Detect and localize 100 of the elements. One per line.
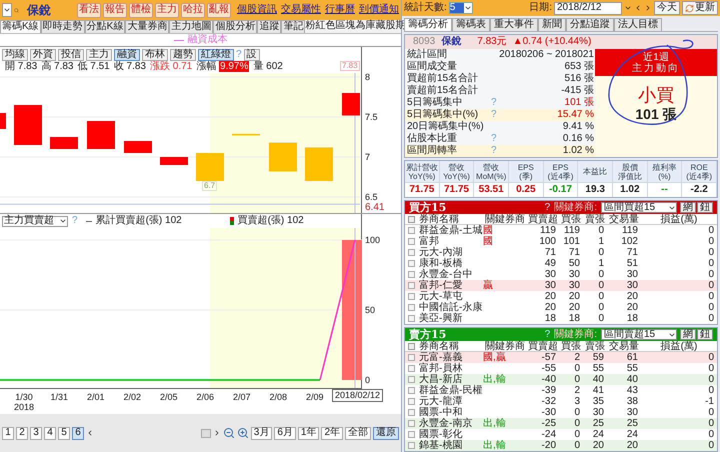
next-icon[interactable] [644,4,652,12]
row-checkbox[interactable] [408,420,414,427]
table-action-button[interactable]: 網 [680,202,696,213]
date-field[interactable]: 2018/2/12 [554,2,622,14]
table-row[interactable]: 元大-內湖 71 71 0 71 0 [405,247,717,258]
table-action-button[interactable]: 鈕 [697,329,713,340]
table-row[interactable]: 錦基-桃園 出,輸 -20 0 20 20 0 [405,440,717,451]
page-button[interactable]: 6 [72,426,84,440]
range-button[interactable]: 3月 [250,426,272,440]
range-select[interactable]: 區間買超15 [601,202,677,213]
table-action-button[interactable]: 鈕 [697,202,713,213]
range-button[interactable]: 2年 [321,426,343,440]
header-link[interactable]: 個股資訊 [237,5,277,15]
header-link[interactable]: 行事曆 [325,5,355,15]
range-button[interactable]: 全部 [345,426,371,440]
analysis-tab[interactable]: 新聞 [538,18,566,31]
header-link[interactable]: 到價通知 [359,5,399,15]
table-row[interactable]: 國票-彰化 -24 0 24 24 0 [405,429,717,440]
row-checkbox[interactable] [408,271,414,278]
feature-button[interactable]: 哈拉 [181,2,205,18]
select-all-checkbox[interactable] [408,216,414,222]
indicator-select[interactable]: 主力買賣超 [2,216,68,226]
chart-tab[interactable]: 筆記 [281,20,306,33]
table-row[interactable]: 康和-板橋 49 50 1 51 0 [405,258,717,269]
page-button[interactable]: 4 [44,426,56,440]
feature-button[interactable]: 主力 [155,2,179,18]
analysis-tab[interactable]: 分點追蹤 [566,18,614,31]
row-checkbox[interactable] [408,315,414,322]
header-link[interactable]: 交易屬性 [281,5,321,15]
indicator-toggle[interactable]: 均線 [2,48,28,60]
range-button[interactable]: 1年 [298,426,320,440]
previous-icon[interactable] [634,4,642,12]
row-checkbox[interactable] [408,442,414,449]
row-checkbox[interactable] [408,387,414,394]
row-checkbox[interactable] [408,227,414,234]
row-checkbox[interactable] [408,376,414,383]
table-row[interactable]: 中國信託-永康 20 20 0 20 0 [405,302,717,313]
row-checkbox[interactable] [408,365,414,372]
chart-tab[interactable]: 籌碼K線 [0,20,41,33]
days-select[interactable]: 5 [448,2,473,14]
row-checkbox[interactable] [408,249,414,256]
dropdown-icon[interactable] [624,4,632,12]
help-link[interactable]: ? [544,202,550,212]
row-checkbox[interactable] [408,282,414,289]
row-checkbox[interactable] [408,354,414,361]
page-button[interactable]: 3 [30,426,42,440]
indicator-toggle[interactable]: 外資 [30,48,56,60]
table-row[interactable]: 群益金鼎-民權 -39 2 41 43 0 [405,385,717,396]
table-row[interactable]: 永豐金-南京 出,輸 -25 0 25 25 0 [405,418,717,429]
table-row[interactable]: 富邦-仁愛 贏 30 30 0 30 0 [405,280,717,291]
zoom-in-icon[interactable] [236,427,249,439]
range-select[interactable]: 區間賣超15 [601,329,677,340]
row-checkbox[interactable] [408,304,414,311]
indicator-toggle[interactable]: 紅綠燈 [198,48,234,60]
chart-tab[interactable]: 分點K線 [84,20,126,33]
feature-button[interactable]: 體檢 [129,2,153,18]
row-checkbox[interactable] [408,409,414,416]
chart-tab[interactable]: 個股分析 [213,20,258,33]
table-row[interactable]: 元大-草屯 20 20 0 20 0 [405,291,717,302]
table-row[interactable]: 群益金鼎-土城國 119 119 0 119 0 [405,225,717,236]
row-checkbox[interactable] [408,238,414,245]
table-row[interactable]: 美亞-興新 18 18 0 18 0 [405,313,717,324]
indicator-toggle[interactable]: 融資 [114,48,140,60]
table-row[interactable]: 永豐金-台中 30 30 0 30 0 [405,269,717,280]
table-row[interactable]: 富邦 國 100 101 1 102 0 [405,236,717,247]
analysis-tab[interactable]: 法人目標 [614,18,662,31]
indicator-toggle[interactable]: 布林 [142,48,168,60]
table-action-button[interactable]: 網 [680,329,696,340]
range-button[interactable]: 6月 [274,426,296,440]
feature-button[interactable]: 報告 [103,2,127,18]
table-row[interactable]: 大昌-新店 出,輸 -40 0 40 40 0 [405,374,717,385]
today-button[interactable]: 今天 [654,1,680,15]
feature-button[interactable]: 看法 [77,2,101,18]
indicator-toggle[interactable]: 主力 [86,48,112,60]
row-checkbox[interactable] [408,293,414,300]
scroll-left-icon[interactable] [86,429,94,437]
page-button[interactable]: 1 [2,426,14,440]
analysis-tab[interactable]: 重大事件 [490,18,538,31]
chart-tab[interactable]: 追蹤 [257,20,282,33]
row-checkbox[interactable] [408,431,414,438]
stock-code-field[interactable] [2,3,12,17]
table-row[interactable]: 元富-嘉義 國,贏 -57 2 59 61 0 [405,352,717,363]
table-row[interactable]: 國票-中和 -30 0 30 30 0 [405,407,717,418]
indicator-toggle[interactable]: 投信 [58,48,84,60]
zoom-out-icon[interactable] [222,427,235,439]
chart-tab[interactable]: 主力地圖 [169,20,214,33]
chart-tab[interactable]: 即時走勢 [40,20,85,33]
refresh-button[interactable]: 更新 [682,1,718,15]
select-all-checkbox[interactable] [408,342,414,350]
scroll-thumb[interactable] [200,428,211,438]
chart-tab[interactable]: 大量券商 [125,20,170,33]
analysis-tab[interactable]: 籌碼分析 [404,18,452,31]
row-checkbox[interactable] [408,260,414,267]
page-button[interactable]: 5 [58,426,70,440]
feature-button[interactable]: 亂報 [207,2,231,18]
page-button[interactable]: 2 [16,426,28,440]
settings-button[interactable]: 設 [244,48,260,60]
table-row[interactable]: 富邦-員林 -55 0 55 55 0 [405,363,717,374]
analysis-tab[interactable]: 籌碼表 [452,18,490,31]
range-button[interactable]: 還原 [373,426,399,440]
